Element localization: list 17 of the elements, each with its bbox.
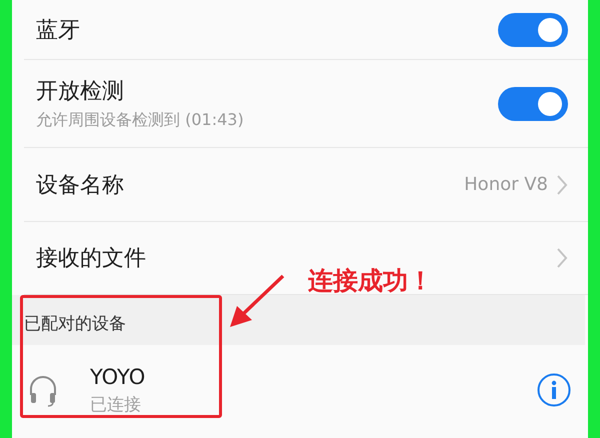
- headphones-icon: [28, 373, 58, 407]
- setting-label: 蓝牙: [36, 16, 81, 44]
- setting-description: 允许周围设备检测到 (01:43): [36, 110, 245, 131]
- toggle-switch[interactable]: [498, 86, 568, 120]
- setting-label: 接收的文件: [36, 245, 147, 273]
- section-header: 已配对的设备: [24, 312, 126, 334]
- device-status: 已连接: [90, 394, 142, 416]
- toggle-switch[interactable]: [498, 12, 568, 46]
- setting-value: Honor V8: [464, 174, 548, 195]
- chevron-icon: [556, 174, 568, 196]
- chevron-icon: [556, 247, 568, 269]
- annotation-arrow: [230, 274, 284, 327]
- setting-label: 开放检测: [36, 78, 125, 106]
- annotation-text: 连接成功！: [308, 265, 433, 297]
- info-icon[interactable]: [537, 373, 571, 407]
- setting-label: 设备名称: [36, 172, 125, 200]
- device-name: YOYO: [90, 364, 146, 388]
